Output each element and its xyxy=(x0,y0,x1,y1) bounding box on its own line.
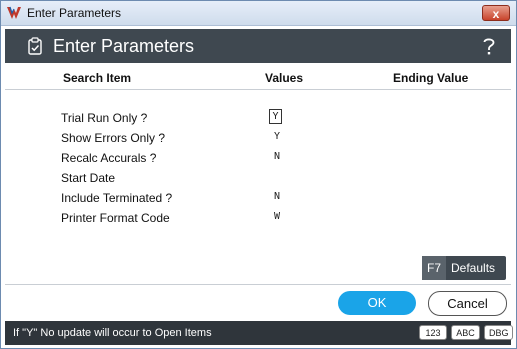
param-value-input[interactable]: N xyxy=(271,190,283,204)
ok-button[interactable]: OK xyxy=(338,291,416,315)
param-row-trial-run: Trial Run Only ? Y xyxy=(61,109,461,127)
param-value-input[interactable]: N xyxy=(271,150,283,164)
param-label: Trial Run Only ? xyxy=(61,111,148,125)
column-header-search-item: Search Item xyxy=(63,71,132,85)
alpha-mode-badge[interactable]: ABC xyxy=(451,325,480,340)
dialog-header: Enter Parameters xyxy=(5,29,511,63)
close-button[interactable]: x xyxy=(482,5,510,21)
param-row-show-errors: Show Errors Only ? Y xyxy=(61,129,461,147)
defaults-hotkey: F7 xyxy=(422,256,446,280)
param-row-recalc-accurals: Recalc Accurals ? N xyxy=(61,149,461,167)
cancel-button[interactable]: Cancel xyxy=(428,291,507,316)
param-value-input[interactable]: Y xyxy=(269,109,282,124)
param-row-start-date: Start Date xyxy=(61,169,461,187)
param-label: Printer Format Code xyxy=(61,211,170,225)
param-row-include-terminated: Include Terminated ? N xyxy=(61,189,461,207)
param-value-input[interactable]: Y xyxy=(271,130,283,144)
param-label: Show Errors Only ? xyxy=(61,131,166,145)
app-logo-icon xyxy=(7,6,21,19)
header-divider xyxy=(5,89,511,90)
defaults-button[interactable]: F7 Defaults xyxy=(422,256,506,280)
param-row-printer-format: Printer Format Code W xyxy=(61,209,461,227)
param-value-input[interactable] xyxy=(271,170,283,184)
debug-mode-badge[interactable]: DBG xyxy=(484,325,513,340)
param-label: Start Date xyxy=(61,171,116,185)
column-header-values: Values xyxy=(265,71,304,85)
help-icon[interactable] xyxy=(479,35,499,57)
button-divider xyxy=(5,284,511,285)
numeric-mode-badge[interactable]: 123 xyxy=(419,325,447,340)
page-title: Enter Parameters xyxy=(53,36,195,56)
param-label: Recalc Accurals ? xyxy=(61,151,157,165)
clipboard-check-icon xyxy=(28,37,42,55)
os-titlebar: Enter Parameters x xyxy=(1,1,516,26)
status-bar: If "Y" No update will occur to Open Item… xyxy=(5,321,513,345)
status-message: If "Y" No update will occur to Open Item… xyxy=(13,327,212,339)
param-label: Include Terminated ? xyxy=(61,191,173,205)
defaults-label: Defaults xyxy=(451,261,496,275)
param-value-input[interactable]: W xyxy=(271,210,283,224)
column-header-ending-value: Ending Value xyxy=(393,71,469,85)
dialog-window: Enter Parameters x Enter Parameters Sear… xyxy=(0,0,517,349)
window-title: Enter Parameters xyxy=(27,6,122,20)
